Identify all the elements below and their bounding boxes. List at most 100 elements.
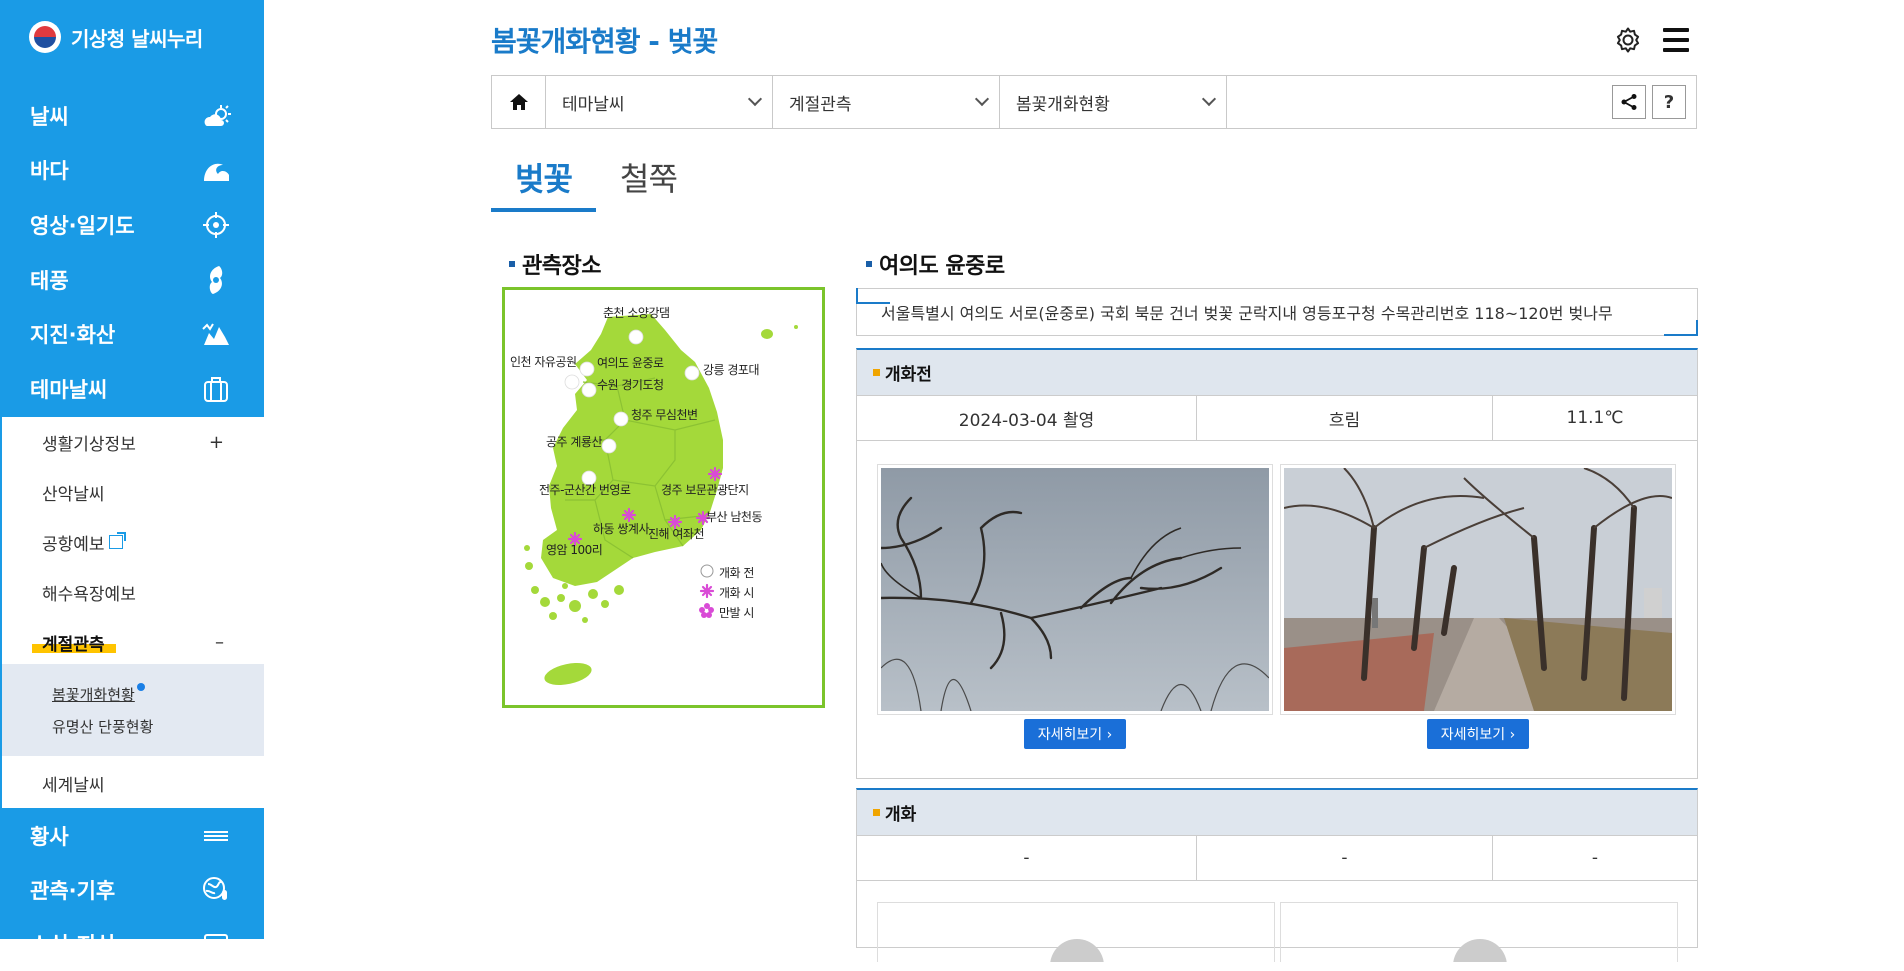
submenu-item-mountain-weather[interactable]: 산악날씨 bbox=[2, 467, 264, 517]
image-placeholder-icon bbox=[1453, 939, 1507, 962]
photo-card: 자세히보기 › bbox=[1280, 464, 1676, 749]
photo-date: 2024-03-04 촬영 bbox=[857, 396, 1197, 440]
breadcrumb-dropdown-seasonal[interactable]: 계절관측 bbox=[773, 76, 1000, 128]
submenu-label: 생활기상정보 bbox=[42, 434, 136, 455]
breadcrumb-dropdown-spring-flowers[interactable]: 봄꽃개화현황 bbox=[1000, 76, 1227, 128]
menu-item-yellow-dust[interactable]: 황사 bbox=[0, 809, 264, 863]
page-title: 봄꽃개화현황 - 벚꽃 bbox=[491, 25, 718, 58]
seasonal-observation-children: 봄꽃개화현황 유명산 단풍현황 bbox=[2, 664, 264, 756]
menu-item-theme-weather[interactable]: 테마날씨 bbox=[0, 362, 264, 416]
submenu-item-beach-forecast[interactable]: 해수욕장예보 bbox=[2, 567, 264, 617]
menu-item-climate[interactable]: 관측·기후 bbox=[0, 863, 264, 917]
menu-label: 관측·기후 bbox=[30, 879, 116, 903]
help-button[interactable]: ? bbox=[1652, 85, 1686, 119]
map-label[interactable]: 전주-군산간 번영로 bbox=[539, 481, 631, 498]
photo-weather: 흐림 bbox=[1197, 396, 1493, 440]
collapse-toggle[interactable]: – bbox=[215, 632, 224, 653]
breadcrumb-dropdown-theme[interactable]: 테마날씨 bbox=[546, 76, 773, 128]
photo-info-row: - - - bbox=[857, 836, 1697, 881]
jeju-island bbox=[544, 663, 592, 685]
submenu-label: 유명산 단풍현황 bbox=[52, 718, 154, 736]
menu-item-news[interactable]: 소식·지식 bbox=[0, 917, 264, 971]
earthquake-icon bbox=[201, 319, 231, 349]
submenu-label: 산악날씨 bbox=[42, 484, 105, 505]
expand-toggle[interactable]: + bbox=[209, 432, 224, 453]
submenu-item-living-weather[interactable]: 생활기상정보 + bbox=[2, 417, 264, 467]
menu-label: 테마날씨 bbox=[30, 378, 108, 402]
briefcase-icon bbox=[201, 374, 231, 404]
bloom-panel: 개화 - - - bbox=[856, 788, 1698, 962]
observation-map: 춘천 소양강댐 인천 자유공원 여의도 윤중로 수원 경기도청 강릉 경포대 청… bbox=[502, 287, 825, 708]
detail-title: 여의도 윤중로 bbox=[866, 248, 1005, 280]
location-description: 서울특별시 여의도 서로(윤중로) 국회 북문 건너 벚꽃 군락지내 영등포구청… bbox=[856, 288, 1698, 336]
news-icon bbox=[201, 929, 231, 959]
cherry-avenue-photo[interactable] bbox=[1280, 464, 1676, 715]
map-label[interactable]: 하동 쌍계사 bbox=[593, 520, 650, 537]
legend-label: 개화 시 bbox=[719, 586, 754, 600]
marker-incheon bbox=[564, 374, 580, 390]
map-label[interactable]: 진해 여좌천 bbox=[648, 525, 705, 542]
menu-item-weather[interactable]: 날씨 bbox=[0, 89, 264, 143]
home-icon[interactable] bbox=[492, 76, 546, 128]
breadcrumb-label: 테마날씨 bbox=[562, 94, 625, 115]
logo-text: 기상청 날씨누리 bbox=[71, 26, 203, 51]
map-label[interactable]: 청주 무심천변 bbox=[631, 406, 698, 423]
map-label[interactable]: 춘천 소양강댐 bbox=[603, 304, 670, 321]
submenu-label-active: 계절관측 bbox=[42, 634, 105, 655]
menu-label: 지진·화산 bbox=[30, 323, 116, 347]
marker-gongju bbox=[601, 438, 617, 454]
submenu-item-autumn-leaves[interactable]: 유명산 단풍현황 bbox=[52, 716, 153, 737]
photo-info-row: 2024-03-04 촬영 흐림 11.1℃ bbox=[857, 396, 1697, 441]
view-details-button[interactable]: 자세히보기 › bbox=[1426, 719, 1530, 749]
logo[interactable]: 기상청 날씨누리 bbox=[29, 20, 203, 54]
submenu-item-world-weather[interactable]: 세계날씨 bbox=[2, 758, 264, 808]
tab-azalea[interactable]: 철쭉 bbox=[596, 150, 701, 212]
map-label[interactable]: 수원 경기도청 bbox=[597, 376, 664, 393]
view-details-button[interactable]: 자세히보기 › bbox=[1023, 719, 1127, 749]
location-description-text: 서울특별시 여의도 서로(윤중로) 국회 북문 건너 벚꽃 군락지내 영등포구청… bbox=[881, 304, 1613, 323]
menu-label: 황사 bbox=[30, 825, 69, 849]
map-label[interactable]: 부산 남천동 bbox=[706, 508, 763, 525]
marker-chuncheon bbox=[628, 329, 644, 345]
legend-pre-bloom-icon bbox=[700, 564, 714, 578]
photo-card: 자세히보기 › bbox=[877, 464, 1273, 749]
button-label: 자세히보기 bbox=[1440, 727, 1506, 743]
legend-label: 만발 시 bbox=[719, 606, 754, 620]
marker-gangneung bbox=[684, 365, 700, 381]
map-label[interactable]: 영암 100리 bbox=[546, 541, 603, 558]
menu-label: 영상·일기도 bbox=[30, 214, 135, 238]
submenu-item-spring-flowers[interactable]: 봄꽃개화현황 bbox=[52, 683, 145, 705]
legend-bloom-icon bbox=[699, 583, 715, 599]
map-label[interactable]: 인천 자유공원 bbox=[510, 353, 577, 370]
tab-cherry-blossom[interactable]: 벚꽃 bbox=[491, 150, 596, 212]
typhoon-icon bbox=[201, 265, 231, 295]
map-label[interactable]: 경주 보문관광단지 bbox=[661, 481, 749, 498]
submenu-label: 해수욕장예보 bbox=[42, 584, 136, 605]
menu-item-typhoon[interactable]: 태풍 bbox=[0, 253, 264, 307]
submenu-label: 봄꽃개화현황 bbox=[52, 686, 135, 704]
menu-item-sea[interactable]: 바다 bbox=[0, 143, 264, 197]
settings-gear-icon[interactable] bbox=[1612, 24, 1644, 56]
photo-weather: - bbox=[1197, 836, 1493, 880]
dust-icon bbox=[201, 821, 231, 851]
submenu-label: 세계날씨 bbox=[42, 775, 105, 796]
hamburger-menu-icon[interactable] bbox=[1660, 24, 1692, 56]
cherry-branch-photo[interactable] bbox=[877, 464, 1273, 715]
breadcrumb: 테마날씨 계절관측 봄꽃개화현황 ? bbox=[491, 75, 1697, 129]
submenu-item-airport-forecast[interactable]: 공항예보 bbox=[2, 517, 264, 567]
panel-heading: 개화전 bbox=[857, 350, 1697, 396]
menu-item-earthquake[interactable]: 지진·화산 bbox=[0, 307, 264, 361]
map-label[interactable]: 여의도 윤중로 bbox=[597, 354, 664, 371]
share-icon[interactable] bbox=[1612, 85, 1646, 119]
map-section-title: 관측장소 bbox=[509, 248, 601, 280]
menu-label: 바다 bbox=[30, 159, 69, 183]
image-placeholder-icon bbox=[1050, 939, 1104, 962]
breadcrumb-label: 계절관측 bbox=[789, 94, 852, 115]
before-bloom-panel: 개화전 2024-03-04 촬영 흐림 11.1℃ 자세히보기 › 자세히보기… bbox=[856, 348, 1698, 779]
menu-label: 날씨 bbox=[30, 105, 69, 129]
map-label[interactable]: 공주 계룡산 bbox=[546, 433, 603, 450]
submenu-label: 공항예보 bbox=[42, 534, 105, 555]
submenu-item-seasonal-observation[interactable]: 계절관측 – bbox=[2, 617, 264, 667]
map-label[interactable]: 강릉 경포대 bbox=[703, 361, 760, 378]
menu-item-satellite[interactable]: 영상·일기도 bbox=[0, 198, 264, 252]
